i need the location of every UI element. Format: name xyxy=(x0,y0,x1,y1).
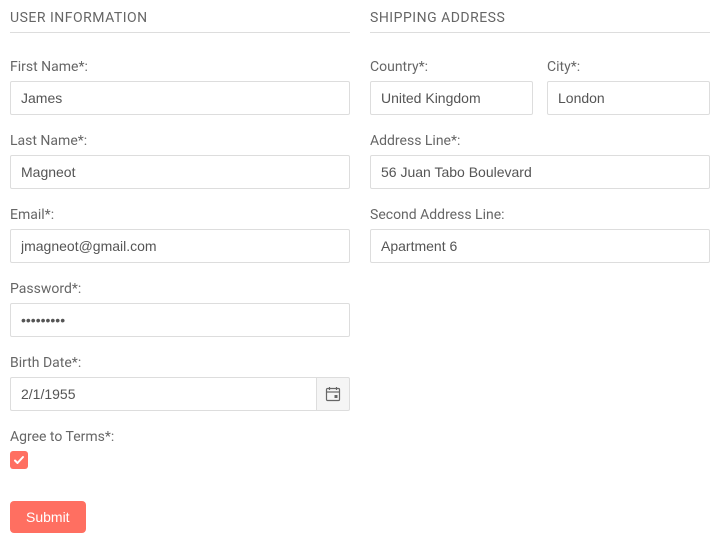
agree-terms-label: Agree to Terms*: xyxy=(10,429,350,445)
country-label: Country*: xyxy=(370,59,533,75)
first-name-input[interactable] xyxy=(10,81,350,115)
submit-button[interactable]: Submit xyxy=(10,501,86,533)
last-name-input[interactable] xyxy=(10,155,350,189)
password-label: Password*: xyxy=(10,281,350,297)
calendar-icon xyxy=(325,386,341,402)
birth-date-label: Birth Date*: xyxy=(10,355,350,371)
date-picker-button[interactable] xyxy=(316,377,350,411)
address-line-input[interactable] xyxy=(370,155,710,189)
shipping-address-header: SHIPPING ADDRESS xyxy=(370,10,710,33)
agree-terms-checkbox[interactable] xyxy=(10,451,28,469)
checkmark-icon xyxy=(13,454,25,466)
address-line-label: Address Line*: xyxy=(370,133,710,149)
user-information-header: USER INFORMATION xyxy=(10,10,350,33)
shipping-address-section: SHIPPING ADDRESS Country*: City*: Addres… xyxy=(370,10,710,533)
country-input[interactable] xyxy=(370,81,533,115)
password-input[interactable] xyxy=(10,303,350,337)
city-label: City*: xyxy=(547,59,710,75)
last-name-label: Last Name*: xyxy=(10,133,350,149)
second-address-line-input[interactable] xyxy=(370,229,710,263)
first-name-label: First Name*: xyxy=(10,59,350,75)
second-address-line-label: Second Address Line: xyxy=(370,207,710,223)
city-input[interactable] xyxy=(547,81,710,115)
email-input[interactable] xyxy=(10,229,350,263)
email-label: Email*: xyxy=(10,207,350,223)
birth-date-input[interactable] xyxy=(10,377,316,411)
user-information-section: USER INFORMATION First Name*: Last Name*… xyxy=(10,10,350,533)
